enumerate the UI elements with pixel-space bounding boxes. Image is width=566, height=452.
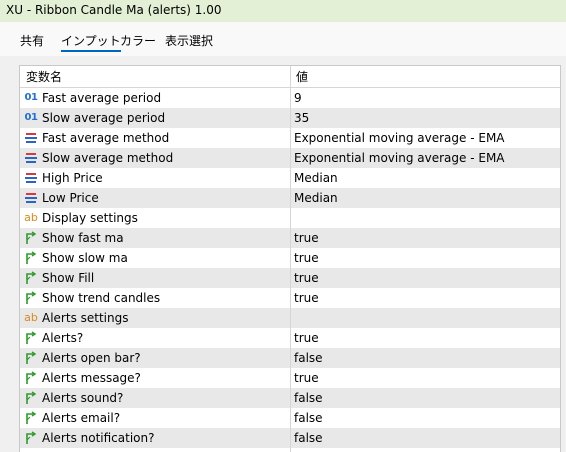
- bool-icon: [24, 351, 38, 365]
- value-cell[interactable]: true: [292, 268, 560, 288]
- inputs-grid: 変数名 値 01 Fast average period 9 01 Slow avera…: [19, 65, 561, 452]
- tab-colors[interactable]: カラー: [120, 32, 156, 50]
- value-cell[interactable]: true: [292, 328, 560, 348]
- title-bar: XU - Ribbon Candle Ma (alerts) 1.00: [0, 0, 566, 22]
- bool-icon: [24, 431, 38, 445]
- variable-name: Show fast ma: [42, 231, 124, 245]
- value-cell[interactable]: [292, 308, 560, 328]
- variable-name: Fast average method: [42, 131, 170, 145]
- tab-inputs[interactable]: インプット: [61, 32, 121, 52]
- enum-icon: [24, 151, 38, 165]
- variable-name-cell: Show slow ma: [20, 248, 290, 268]
- variable-name: Fast average period: [42, 91, 162, 105]
- column-header-value[interactable]: 値: [296, 68, 308, 86]
- variable-name: Slow average period: [42, 111, 166, 125]
- value-cell[interactable]: true: [292, 248, 560, 268]
- window-title: XU - Ribbon Candle Ma (alerts) 1.00: [6, 3, 222, 17]
- variable-name-cell: Alerts open bar?: [20, 348, 290, 368]
- variable-name: Low Price: [42, 191, 99, 205]
- variable-name-cell: 01 Fast average period: [20, 88, 290, 108]
- string-icon: ab: [24, 311, 38, 324]
- variable-name: Show trend candles: [42, 291, 161, 305]
- variable-name: Alerts open bar?: [42, 351, 141, 365]
- bool-icon: [24, 291, 38, 305]
- variable-name-cell: ab Alerts settings: [20, 308, 290, 328]
- value-cell[interactable]: Exponential moving average - EMA: [292, 128, 560, 148]
- value-cell[interactable]: Median: [292, 168, 560, 188]
- variable-name-cell: Alerts?: [20, 328, 290, 348]
- variable-name: High Price: [42, 171, 103, 185]
- value-cell[interactable]: false: [292, 428, 560, 448]
- column-divider: [290, 66, 291, 452]
- variable-name: Alerts sound?: [42, 391, 124, 405]
- column-header-name[interactable]: 変数名: [26, 68, 62, 86]
- variable-name: Alerts notification?: [42, 431, 155, 445]
- variable-name-cell: Show Fill: [20, 268, 290, 288]
- variable-name-cell: High Price: [20, 168, 290, 188]
- variable-name-cell: ab Display settings: [20, 208, 290, 228]
- variable-name-cell: Alerts sound?: [20, 388, 290, 408]
- int-icon: 01: [24, 112, 38, 123]
- value-cell[interactable]: 9: [292, 88, 560, 108]
- bool-icon: [24, 371, 38, 385]
- variable-name: Alerts message?: [42, 371, 141, 385]
- bool-icon: [24, 231, 38, 245]
- variable-name-cell: Slow average method: [20, 148, 290, 168]
- value-cell[interactable]: false: [292, 408, 560, 428]
- variable-name-cell: 01 Slow average period: [20, 108, 290, 128]
- bool-icon: [24, 331, 38, 345]
- variable-name: Display settings: [42, 211, 138, 225]
- tab-visualization[interactable]: 表示選択: [165, 32, 213, 50]
- value-cell[interactable]: false: [292, 388, 560, 408]
- value-cell[interactable]: [292, 208, 560, 228]
- variable-name: Show Fill: [42, 271, 95, 285]
- variable-name-cell: Show trend candles: [20, 288, 290, 308]
- value-cell[interactable]: 35: [292, 108, 560, 128]
- variable-name-cell: Fast average method: [20, 128, 290, 148]
- variable-name-cell: Alerts email?: [20, 408, 290, 428]
- variable-name-cell: Low Price: [20, 188, 290, 208]
- int-icon: 01: [24, 92, 38, 103]
- enum-icon: [24, 191, 38, 205]
- variable-name-cell: Show fast ma: [20, 228, 290, 248]
- value-cell[interactable]: false: [292, 348, 560, 368]
- bool-icon: [24, 411, 38, 425]
- variable-name: Alerts?: [42, 331, 84, 345]
- tab-bar: 共有 インプット カラー 表示選択: [0, 22, 566, 56]
- bool-icon: [24, 251, 38, 265]
- variable-name: Slow average method: [42, 151, 174, 165]
- variable-name: Alerts settings: [42, 311, 129, 325]
- enum-icon: [24, 131, 38, 145]
- string-icon: ab: [24, 211, 38, 224]
- enum-icon: [24, 171, 38, 185]
- variable-name: Alerts email?: [42, 411, 121, 425]
- value-cell[interactable]: Median: [292, 188, 560, 208]
- bool-icon: [24, 271, 38, 285]
- variable-name: Show slow ma: [42, 251, 128, 265]
- bool-icon: [24, 391, 38, 405]
- value-cell[interactable]: true: [292, 288, 560, 308]
- variable-name-cell: Alerts notification?: [20, 428, 290, 448]
- value-cell[interactable]: true: [292, 368, 560, 388]
- value-cell[interactable]: true: [292, 228, 560, 248]
- variable-name-cell: Alerts message?: [20, 368, 290, 388]
- tab-common[interactable]: 共有: [20, 32, 44, 50]
- value-cell[interactable]: Exponential moving average - EMA: [292, 148, 560, 168]
